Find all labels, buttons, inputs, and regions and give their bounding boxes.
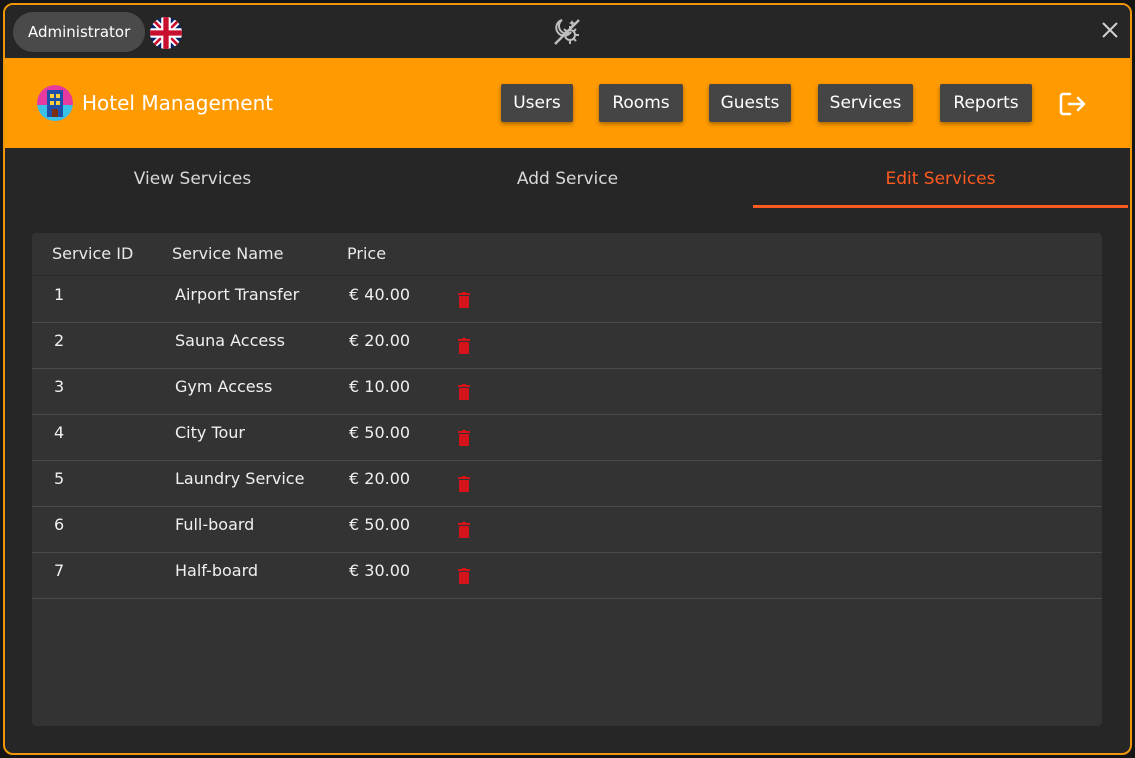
nav-guests-button[interactable]: Guests — [709, 84, 791, 122]
tab-edit-services[interactable]: Edit Services — [753, 148, 1128, 210]
uk-flag-icon[interactable] — [150, 17, 182, 49]
active-tab-indicator — [753, 205, 1128, 208]
cell-price: € 50.00 — [349, 423, 411, 442]
column-header-id[interactable]: Service ID — [52, 233, 133, 275]
title-bar: Administrator — [5, 5, 1130, 58]
cell-price: € 40.00 — [349, 285, 411, 304]
table-row[interactable]: 2 Sauna Access € 20.00 — [32, 322, 1102, 369]
cell-service-name: Airport Transfer — [175, 285, 300, 304]
cell-service-id: 7 — [54, 561, 65, 580]
cell-service-name: City Tour — [175, 423, 246, 442]
tab-view-services[interactable]: View Services — [5, 148, 380, 210]
cell-service-id: 4 — [54, 423, 65, 442]
logout-icon[interactable] — [1059, 91, 1087, 117]
trash-icon[interactable] — [458, 338, 470, 354]
trash-icon[interactable] — [458, 522, 470, 538]
cell-service-id: 5 — [54, 469, 65, 488]
role-badge[interactable]: Administrator — [13, 12, 146, 52]
trash-icon[interactable] — [458, 568, 470, 584]
cell-service-name: Half-board — [175, 561, 259, 580]
day-night-toggle-icon[interactable] — [550, 15, 584, 49]
nav-services-button[interactable]: Services — [818, 84, 913, 122]
nav-rooms-button[interactable]: Rooms — [599, 84, 683, 122]
cell-service-name: Sauna Access — [175, 331, 285, 350]
cell-price: € 10.00 — [349, 377, 411, 396]
table-header: Service ID Service Name Price — [32, 233, 1102, 276]
cell-price: € 30.00 — [349, 561, 411, 580]
trash-icon[interactable] — [458, 430, 470, 446]
trash-icon[interactable] — [458, 476, 470, 492]
close-icon[interactable] — [1100, 20, 1120, 40]
tab-bar: View Services Add Service Edit Services — [5, 148, 1130, 210]
cell-service-name: Laundry Service — [175, 469, 305, 488]
column-header-name[interactable]: Service Name — [172, 233, 283, 275]
table-row[interactable]: 6 Full-board € 50.00 — [32, 506, 1102, 553]
cell-service-name: Gym Access — [175, 377, 273, 396]
table-row[interactable]: 4 City Tour € 50.00 — [32, 414, 1102, 461]
app-title: Hotel Management — [82, 91, 274, 115]
hotel-logo-icon — [37, 85, 73, 121]
cell-service-id: 1 — [54, 285, 65, 304]
table-row[interactable]: 3 Gym Access € 10.00 — [32, 368, 1102, 415]
trash-icon[interactable] — [458, 292, 470, 308]
app-header: Hotel Management Users Rooms Guests Serv… — [5, 58, 1130, 148]
table-row[interactable]: 7 Half-board € 30.00 — [32, 552, 1102, 599]
cell-service-id: 6 — [54, 515, 65, 534]
table-row[interactable]: 1 Airport Transfer € 40.00 — [32, 276, 1102, 323]
trash-icon[interactable] — [458, 384, 470, 400]
cell-price: € 20.00 — [349, 469, 411, 488]
table-row[interactable]: 5 Laundry Service € 20.00 — [32, 460, 1102, 507]
cell-price: € 50.00 — [349, 515, 411, 534]
cell-price: € 20.00 — [349, 331, 411, 350]
app-window: Administrator Hotel Management Users Roo… — [3, 3, 1132, 755]
cell-service-name: Full-board — [175, 515, 255, 534]
nav-reports-button[interactable]: Reports — [940, 84, 1032, 122]
column-header-price[interactable]: Price — [347, 233, 386, 275]
cell-service-id: 3 — [54, 377, 65, 396]
services-table: Service ID Service Name Price 1 Airport … — [32, 233, 1102, 726]
nav-users-button[interactable]: Users — [501, 84, 573, 122]
tab-add-service[interactable]: Add Service — [380, 148, 755, 210]
cell-service-id: 2 — [54, 331, 65, 350]
